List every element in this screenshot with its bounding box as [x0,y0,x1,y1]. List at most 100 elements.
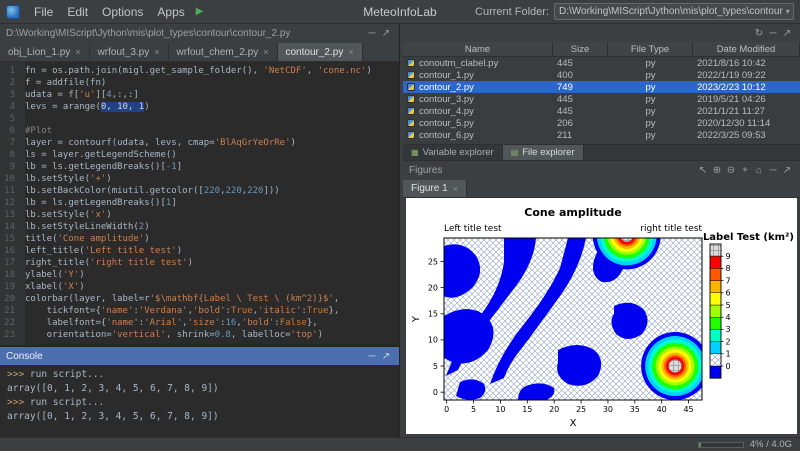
memory-usage: 4% / 4.0G [750,439,792,450]
editor-tab-obj_Lion_1-py[interactable]: obj_Lion_1.py × [0,43,90,61]
pan-icon[interactable]: + [738,165,752,176]
svg-text:10: 10 [495,405,505,414]
code-line: 4levs = arange(0, 10, 1) [0,101,399,113]
editor-tab-wrfout_chem_2-py[interactable]: wrfout_chem_2.py× [169,43,278,61]
zoom-in-icon[interactable]: ⊕ [710,165,724,176]
full-extent-icon[interactable]: ⌂ [752,165,766,176]
code-line: 21 tickfont={'name':'Verdana','bold':Tru… [0,305,399,317]
line-number: 3 [0,89,20,101]
svg-text:25: 25 [428,257,438,266]
file-date-modified: 2022/3/25 09:53 [693,130,800,141]
minimize-icon[interactable]: ─ [766,28,780,39]
tab-figure-1[interactable]: Figure 1 × [403,180,467,197]
close-tab-icon[interactable]: × [75,47,80,57]
float-icon[interactable]: ↗ [780,28,794,39]
file-size: 445 [553,106,608,117]
file-type: py [608,82,693,93]
line-number: 7 [0,137,20,149]
console-panel: Console ─↗ >>> run script...array([0, 1,… [0,346,400,437]
svg-text:20: 20 [428,283,438,292]
console-panel-header: Console ─↗ [0,347,399,365]
figures-title: Figures [409,165,442,176]
pointer-icon[interactable]: ↖ [696,165,710,176]
zoom-out-icon[interactable]: ⊖ [724,165,738,176]
file-type: py [608,94,693,105]
svg-text:15: 15 [428,310,438,319]
refresh-icon[interactable]: ↻ [752,28,766,39]
y-axis-ticks: 0510152025 [428,257,444,397]
y-axis-label: Y [411,315,422,323]
explorer-tab-bar: ▦Variable explorer▤File explorer [403,144,800,160]
close-figure-icon[interactable]: × [453,184,458,194]
file-name: contour_3.py [419,94,474,105]
code-line: 11lb.setBackColor(miutil.getcolor([220,2… [0,185,399,197]
line-number: 20 [0,293,20,305]
minimize-icon[interactable]: ─ [766,165,780,176]
close-tab-icon[interactable]: × [154,47,159,57]
editor-tab-contour_2-py[interactable]: contour_2.py× [278,43,363,61]
variable-tab-icon: ▦ [411,148,419,157]
code-line: 16left_title('Left title test') [0,245,399,257]
file-date-modified: 2023/2/23 10:12 [693,82,800,93]
console-output[interactable]: >>> run script...array([0, 1, 2, 3, 4, 5… [0,365,399,427]
code-line: 6#Plot [0,125,399,137]
chevron-down-icon[interactable]: ▾ [783,7,790,16]
editor-tab-label: obj_Lion_1.py [8,47,70,58]
tab-file-explorer[interactable]: ▤File explorer [503,145,584,160]
run-script-icon[interactable]: ▶ [196,6,204,17]
menu-edit[interactable]: Edit [60,3,95,21]
code-line: 19xlabel('X') [0,281,399,293]
svg-text:0: 0 [444,405,449,414]
file-size: 211 [553,130,608,141]
minimize-icon[interactable]: ─ [365,28,379,39]
svg-text:9: 9 [726,252,731,261]
column-date-modified[interactable]: Date Modified [693,42,800,56]
column-file-type[interactable]: File Type [608,42,693,56]
close-tab-icon[interactable]: × [263,47,268,57]
console-header-icons: ─↗ [365,351,393,362]
column-size[interactable]: Size [553,42,608,56]
column-name[interactable]: Name [403,42,553,56]
file-row[interactable]: contour_6.py211py2022/3/25 09:53 [403,129,800,141]
figures-panel-header: Figures ↖⊕⊖+⌂─↗ [403,161,800,180]
console-title: Console [6,351,43,362]
figure-canvas[interactable]: 051015202530354045 0510152025 0123456789… [406,198,797,434]
float-icon[interactable]: ↗ [379,351,393,362]
menu-apps[interactable]: Apps [150,3,191,21]
line-number: 12 [0,197,20,209]
console-line: array([0, 1, 2, 3, 4, 5, 6, 7, 8, 9]) [7,410,392,424]
file-row[interactable]: contour_3.py445py2019/5/21 04:26 [403,93,800,105]
code-line: 13lb.setStyle('x') [0,209,399,221]
editor-tab-label: wrfout_3.py [98,47,150,58]
file-row[interactable]: contour_1.py400py2022/1/19 09:22 [403,69,800,81]
code-line: 2f = addfile(fn) [0,77,399,89]
svg-text:3: 3 [726,325,731,334]
file-row[interactable]: conoutm_clabel.py445py2021/8/16 10:42 [403,57,800,69]
menu-file[interactable]: File [27,3,60,21]
svg-text:40: 40 [657,405,667,414]
figure-area[interactable]: 051015202530354045 0510152025 0123456789… [406,198,797,434]
file-row[interactable]: contour_5.py206py2020/12/30 11:14 [403,117,800,129]
file-name: conoutm_clabel.py [419,58,498,69]
file-date-modified: 2021/1/21 11:27 [693,106,800,117]
editor-tab-wrfout_3-py[interactable]: wrfout_3.py × [90,43,169,61]
tab-variable-explorer[interactable]: ▦Variable explorer [403,145,503,160]
memory-meter [698,442,744,448]
minimize-icon[interactable]: ─ [365,351,379,362]
menu-options[interactable]: Options [95,3,150,21]
code-line: 12lb = ls.getLegendBreaks()[1] [0,197,399,209]
code-area[interactable]: 1fn = os.path.join(migl.get_sample_folde… [0,62,399,345]
file-row[interactable]: contour_4.py445py2021/1/21 11:27 [403,105,800,117]
line-number: 18 [0,269,20,281]
float-icon[interactable]: ↗ [780,165,794,176]
current-folder-combobox[interactable]: D:\Working\MIScript\Jython\mis\plot_type… [554,3,794,20]
close-tab-icon[interactable]: × [348,47,353,57]
file-row[interactable]: contour_2.py749py2023/2/23 10:12 [403,81,800,93]
float-icon[interactable]: ↗ [379,28,393,39]
code-line: 9lb = ls.getLegendBreaks()[-1] [0,161,399,173]
console-line: array([0, 1, 2, 3, 4, 5, 6, 7, 8, 9]) [7,382,392,396]
console-line: >>> run script... [7,396,392,410]
code-line: 17right_title('right title test') [0,257,399,269]
code-line: 5 [0,113,399,125]
python-file-icon [407,83,415,91]
